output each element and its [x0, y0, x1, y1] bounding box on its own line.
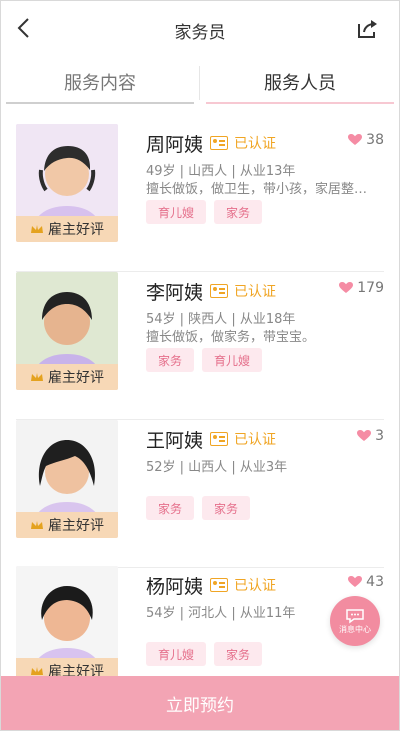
like-count[interactable]: 38	[348, 132, 384, 148]
staff-card[interactable]: 雇主好评 李阿姨 已认证 179 54岁 | 陕西人 | 从业18年 擅长做饭，…	[0, 272, 400, 420]
employer-review-badge: 雇主好评	[16, 216, 118, 242]
staff-description: 擅长做饭，做卫生，带小孩，家居整…	[146, 182, 368, 197]
id-card-icon	[210, 136, 228, 150]
service-tag: 育儿嫂	[202, 348, 263, 372]
verified-badge: 已认证	[210, 429, 276, 449]
service-tags: 家务 家务	[146, 496, 251, 520]
crown-icon	[31, 521, 43, 529]
verified-label: 已认证	[234, 284, 276, 300]
service-tag: 育儿嫂	[146, 642, 207, 666]
staff-photo: 雇主好评	[16, 124, 118, 242]
staff-card[interactable]: 雇主好评 周阿姨 已认证 38 49岁 | 山西人 | 从业13年 擅长做饭，做…	[0, 124, 400, 272]
staff-name: 杨阿姨	[146, 576, 204, 598]
service-tag: 育儿嫂	[146, 200, 207, 224]
service-tags: 育儿嫂 家务	[146, 642, 263, 666]
tab-divider	[199, 66, 200, 100]
service-tags: 家务 育儿嫂	[146, 348, 263, 372]
staff-description: 擅长做饭，做家务，带宝宝。	[146, 330, 316, 345]
heart-icon	[348, 576, 363, 587]
service-tag: 家务	[214, 200, 263, 224]
crown-icon	[31, 225, 43, 233]
like-count[interactable]: 3	[357, 428, 384, 444]
employer-review-label: 雇主好评	[48, 222, 104, 238]
staff-name: 李阿姨	[146, 282, 204, 304]
tab-underline-inactive	[6, 102, 194, 104]
staff-photo: 雇主好评	[16, 272, 118, 390]
book-now-button[interactable]: 立即预约	[0, 676, 400, 731]
verified-badge: 已认证	[210, 281, 276, 301]
like-number: 38	[366, 132, 384, 148]
staff-meta: 49岁 | 山西人 | 从业13年	[146, 164, 296, 179]
service-tag: 家务	[146, 348, 195, 372]
service-tag: 家务	[214, 642, 263, 666]
message-center-button[interactable]: 消息中心	[330, 596, 380, 646]
like-count[interactable]: 43	[348, 574, 384, 590]
staff-name: 周阿姨	[146, 134, 204, 156]
id-card-icon	[210, 578, 228, 592]
share-icon	[358, 20, 377, 38]
like-number: 3	[375, 428, 384, 444]
verified-label: 已认证	[234, 578, 276, 594]
staff-card[interactable]: 雇主好评 王阿姨 已认证 3 52岁 | 山西人 | 从业3年 家务 家务	[0, 420, 400, 568]
tab-underline-active	[206, 102, 394, 104]
service-tags: 育儿嫂 家务	[146, 200, 263, 224]
tab-service-content[interactable]: 服务内容	[6, 58, 194, 106]
staff-photo: 雇主好评	[16, 566, 118, 684]
employer-review-label: 雇主好评	[48, 370, 104, 386]
employer-review-badge: 雇主好评	[16, 364, 118, 390]
heart-icon	[339, 282, 354, 293]
staff-meta: 54岁 | 河北人 | 从业11年	[146, 606, 296, 621]
employer-review-badge: 雇主好评	[16, 512, 118, 538]
staff-photo: 雇主好评	[16, 420, 118, 538]
message-center-label: 消息中心	[339, 624, 371, 634]
service-tag: 家务	[146, 496, 195, 520]
employer-review-label: 雇主好评	[48, 518, 104, 534]
heart-icon	[357, 430, 372, 441]
app-header: 家务员	[0, 0, 400, 58]
id-card-icon	[210, 284, 228, 298]
staff-meta: 54岁 | 陕西人 | 从业18年	[146, 312, 296, 327]
crown-icon	[31, 373, 43, 381]
like-number: 179	[357, 280, 384, 296]
verified-label: 已认证	[234, 432, 276, 448]
chat-bubble-icon	[346, 608, 364, 623]
verified-badge: 已认证	[210, 133, 276, 153]
tab-service-staff[interactable]: 服务人员	[206, 58, 394, 106]
share-button[interactable]	[354, 14, 382, 42]
verified-label: 已认证	[234, 136, 276, 152]
staff-name: 王阿姨	[146, 430, 204, 452]
tab-bar: 服务内容 服务人员	[0, 58, 400, 106]
staff-meta: 52岁 | 山西人 | 从业3年	[146, 460, 288, 475]
id-card-icon	[210, 432, 228, 446]
service-tag: 家务	[202, 496, 251, 520]
like-count[interactable]: 179	[339, 280, 384, 296]
like-number: 43	[366, 574, 384, 590]
verified-badge: 已认证	[210, 575, 276, 595]
page-title: 家务员	[174, 23, 226, 43]
heart-icon	[348, 134, 363, 145]
